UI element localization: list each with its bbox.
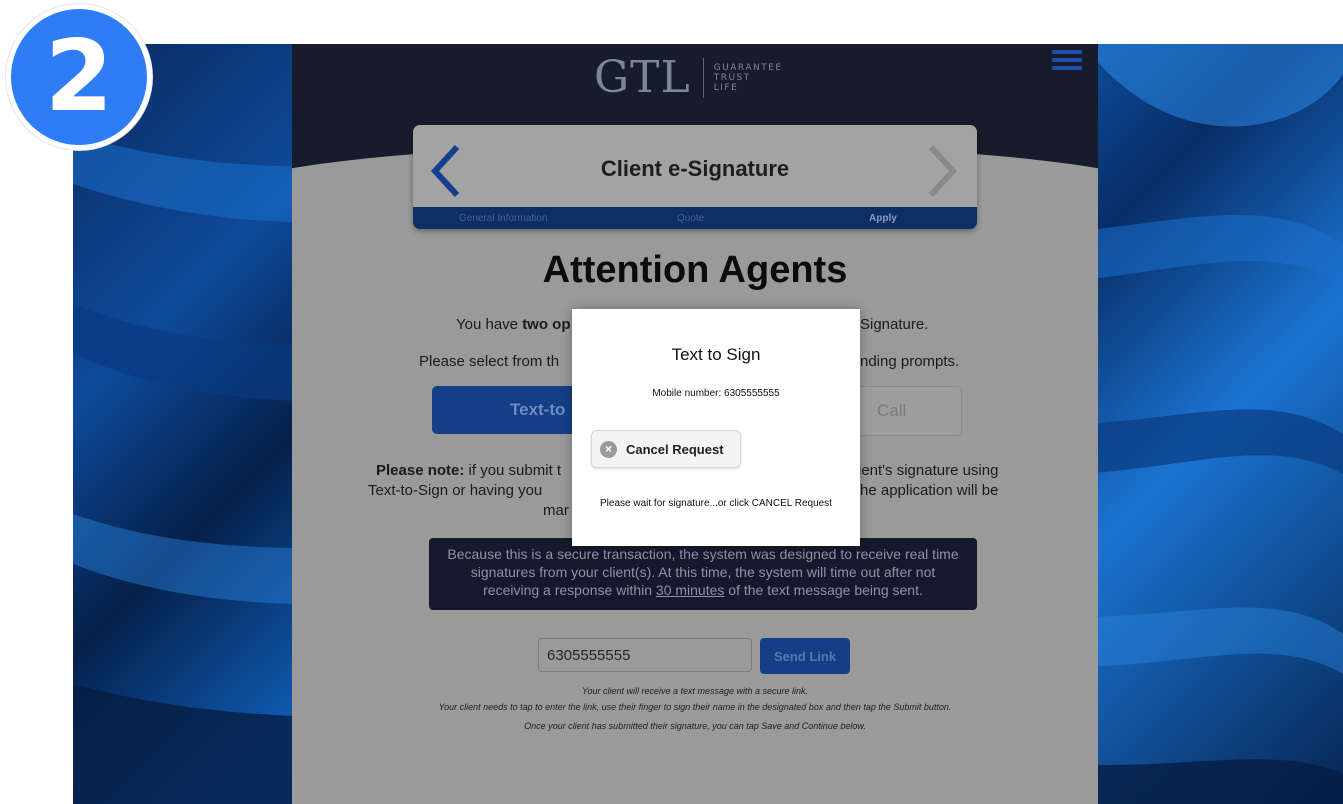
note-line-3: mar	[543, 502, 569, 519]
logo-line-3: LIFE	[713, 83, 739, 93]
page-title: Attention Agents	[542, 249, 848, 291]
step-header-card: Client e-Signature General Information Q…	[413, 125, 977, 229]
note-line-2-right: he application will be	[860, 482, 999, 499]
secure-transaction-notice: Because this is a secure transaction, th…	[429, 538, 977, 610]
cancel-request-label: Cancel Request	[626, 441, 724, 457]
help-line-2: Your client needs to tap to enter the li…	[438, 702, 952, 712]
progress-bar: General Information Quote Apply	[413, 207, 977, 229]
logo-words: GUARANTEE TRUST LIFE	[714, 63, 783, 93]
step-number-badge: 2	[6, 4, 152, 150]
intro-text-right: Signature.	[860, 316, 929, 333]
logo-line-2: TRUST	[713, 73, 751, 83]
progress-step-quote: Quote	[677, 212, 705, 224]
logo-divider	[702, 58, 704, 98]
step-title: Client e-Signature	[600, 156, 790, 181]
chevron-right-icon[interactable]	[921, 143, 961, 199]
modal-mobile-number: Mobile number: 6305555555	[652, 388, 780, 399]
cancel-x-icon: ×	[600, 440, 617, 458]
select-text-right: nding prompts.	[860, 353, 960, 370]
progress-step-general: General Information	[459, 212, 548, 224]
timeout-link: 30 minutes	[655, 582, 725, 598]
intro-text-left: You have two op	[456, 316, 571, 333]
note-line-1-left: Please note: if you submit t	[376, 462, 562, 479]
logo-mark: GTL	[594, 52, 691, 103]
note-line-1-right: ient's signature using	[858, 462, 999, 479]
note-line-2-left: Text-to-Sign or having you	[368, 482, 543, 499]
progress-step-apply: Apply	[869, 212, 897, 224]
modal-title: Text to Sign	[671, 345, 761, 364]
secure-line-1: Because this is a secure transaction, th…	[447, 546, 959, 562]
logo-line-1: GUARANTEE	[713, 63, 783, 73]
select-text-left: Please select from th	[419, 353, 560, 370]
secure-line-3: receiving a response within 30 minutes o…	[483, 582, 923, 598]
cancel-request-button[interactable]: × Cancel Request	[591, 430, 741, 468]
hamburger-menu-icon[interactable]	[1052, 50, 1082, 70]
send-link-button[interactable]: Send Link	[760, 638, 850, 674]
modal-wait-text: Please wait for signature...or click CAN…	[600, 498, 832, 509]
gtl-logo: GTL GUARANTEE TRUST LIFE	[594, 56, 783, 100]
secure-line-2: signatures from your client(s). At this …	[470, 564, 936, 580]
help-line-1: Your client will receive a text message …	[581, 686, 809, 696]
text-to-sign-modal: Text to Sign Mobile number: 6305555555 ×…	[572, 309, 860, 546]
help-line-3: Once your client has submitted their sig…	[524, 721, 866, 731]
mobile-number-input[interactable]	[538, 638, 752, 672]
